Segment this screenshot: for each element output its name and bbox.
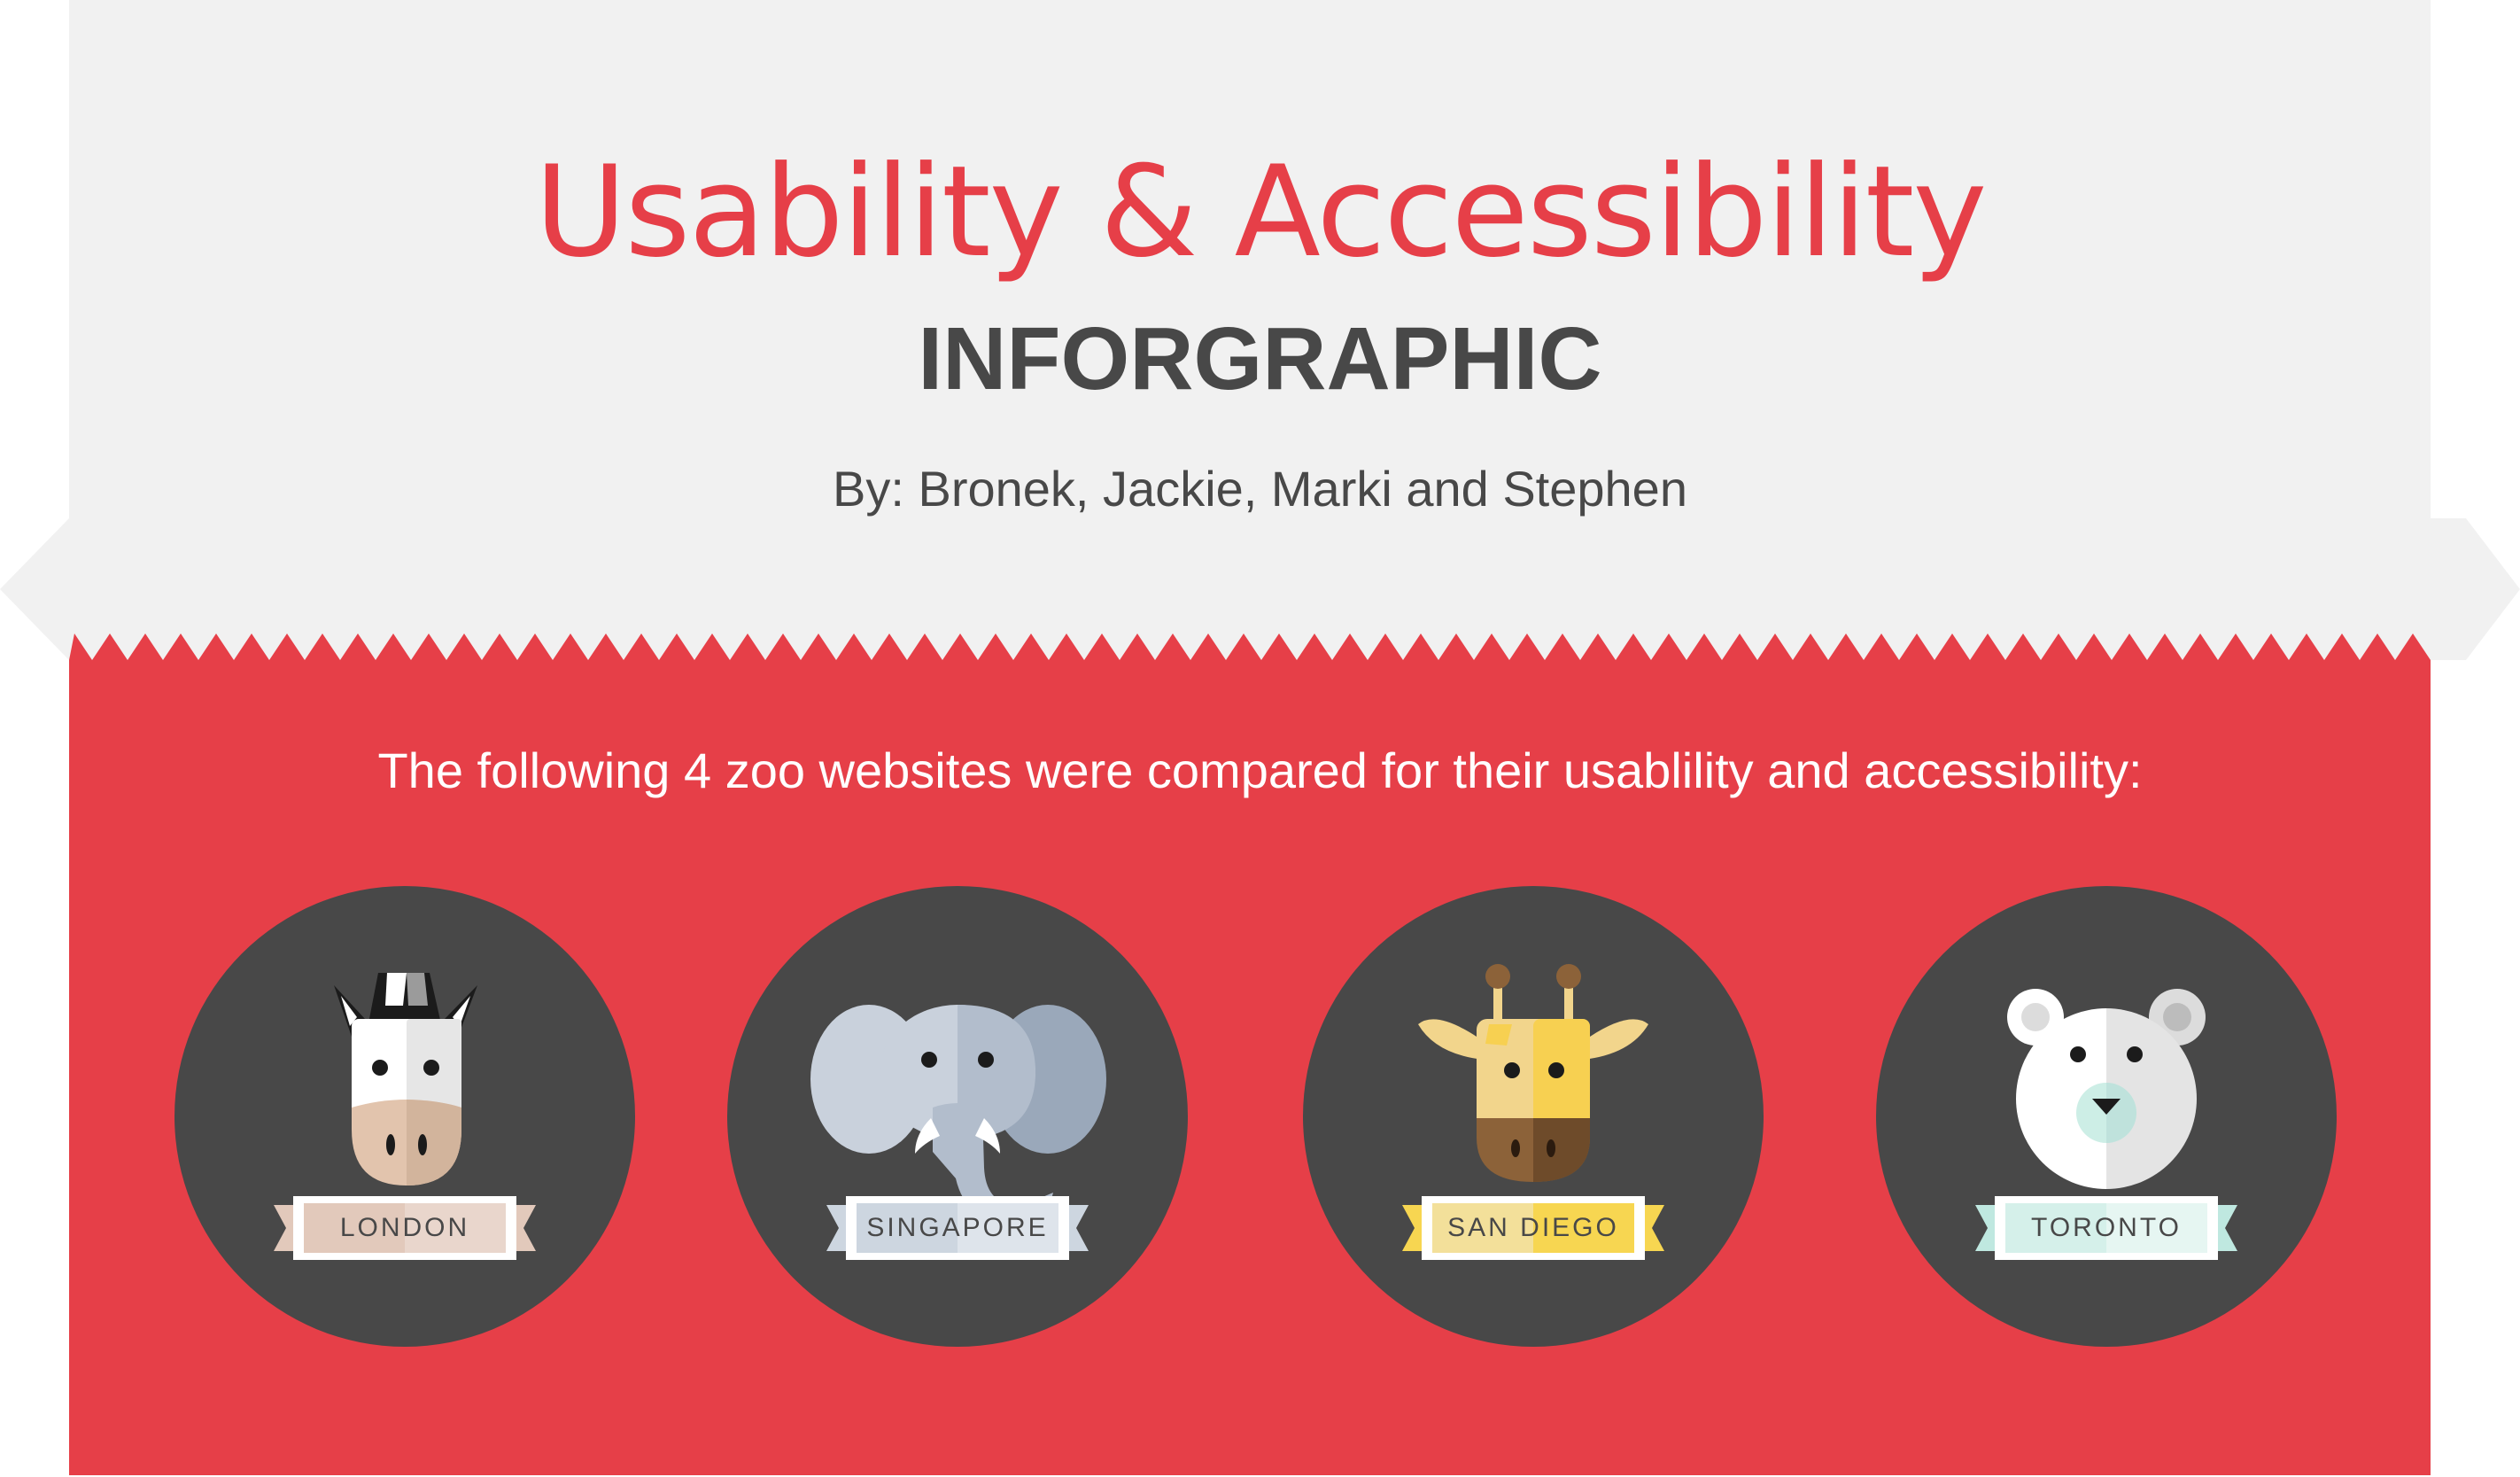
- right-tab: [2431, 518, 2520, 660]
- zoo-ribbon: TORONTO: [1975, 1196, 2237, 1260]
- page-subtitle: INFORGRAPHIC: [918, 309, 1602, 408]
- zoo-card-toronto: TORONTO: [1876, 886, 2337, 1347]
- zoo-card-singapore: SINGAPORE: [727, 886, 1188, 1347]
- left-tab: [0, 518, 69, 660]
- elephant-icon: [810, 1005, 1106, 1224]
- zoo-ribbon: SINGAPORE: [826, 1196, 1089, 1260]
- zoo-label-toronto: TORONTO: [2031, 1213, 2182, 1242]
- zoo-ribbon: SAN DIEGO: [1402, 1196, 1664, 1260]
- zoo-card-london: LONDON: [174, 886, 635, 1347]
- polar-bear-icon: [2007, 989, 2206, 1189]
- intro-text: The following 4 zoo websites were compar…: [377, 742, 2143, 798]
- page-title: Usability & Accessibility: [534, 139, 1988, 285]
- zoo-ribbon: LONDON: [274, 1196, 536, 1260]
- zoo-card-san-diego: SAN DIEGO: [1303, 886, 1764, 1347]
- author-byline: By: Bronek, Jackie, Marki and Stephen: [833, 461, 1687, 517]
- zebra-icon: [334, 973, 477, 1185]
- giraffe-icon: [1418, 964, 1648, 1182]
- zoo-label-london: LONDON: [339, 1213, 470, 1242]
- zoo-label-singapore: SINGAPORE: [866, 1213, 1049, 1242]
- zoo-label-san-diego: SAN DIEGO: [1447, 1213, 1619, 1242]
